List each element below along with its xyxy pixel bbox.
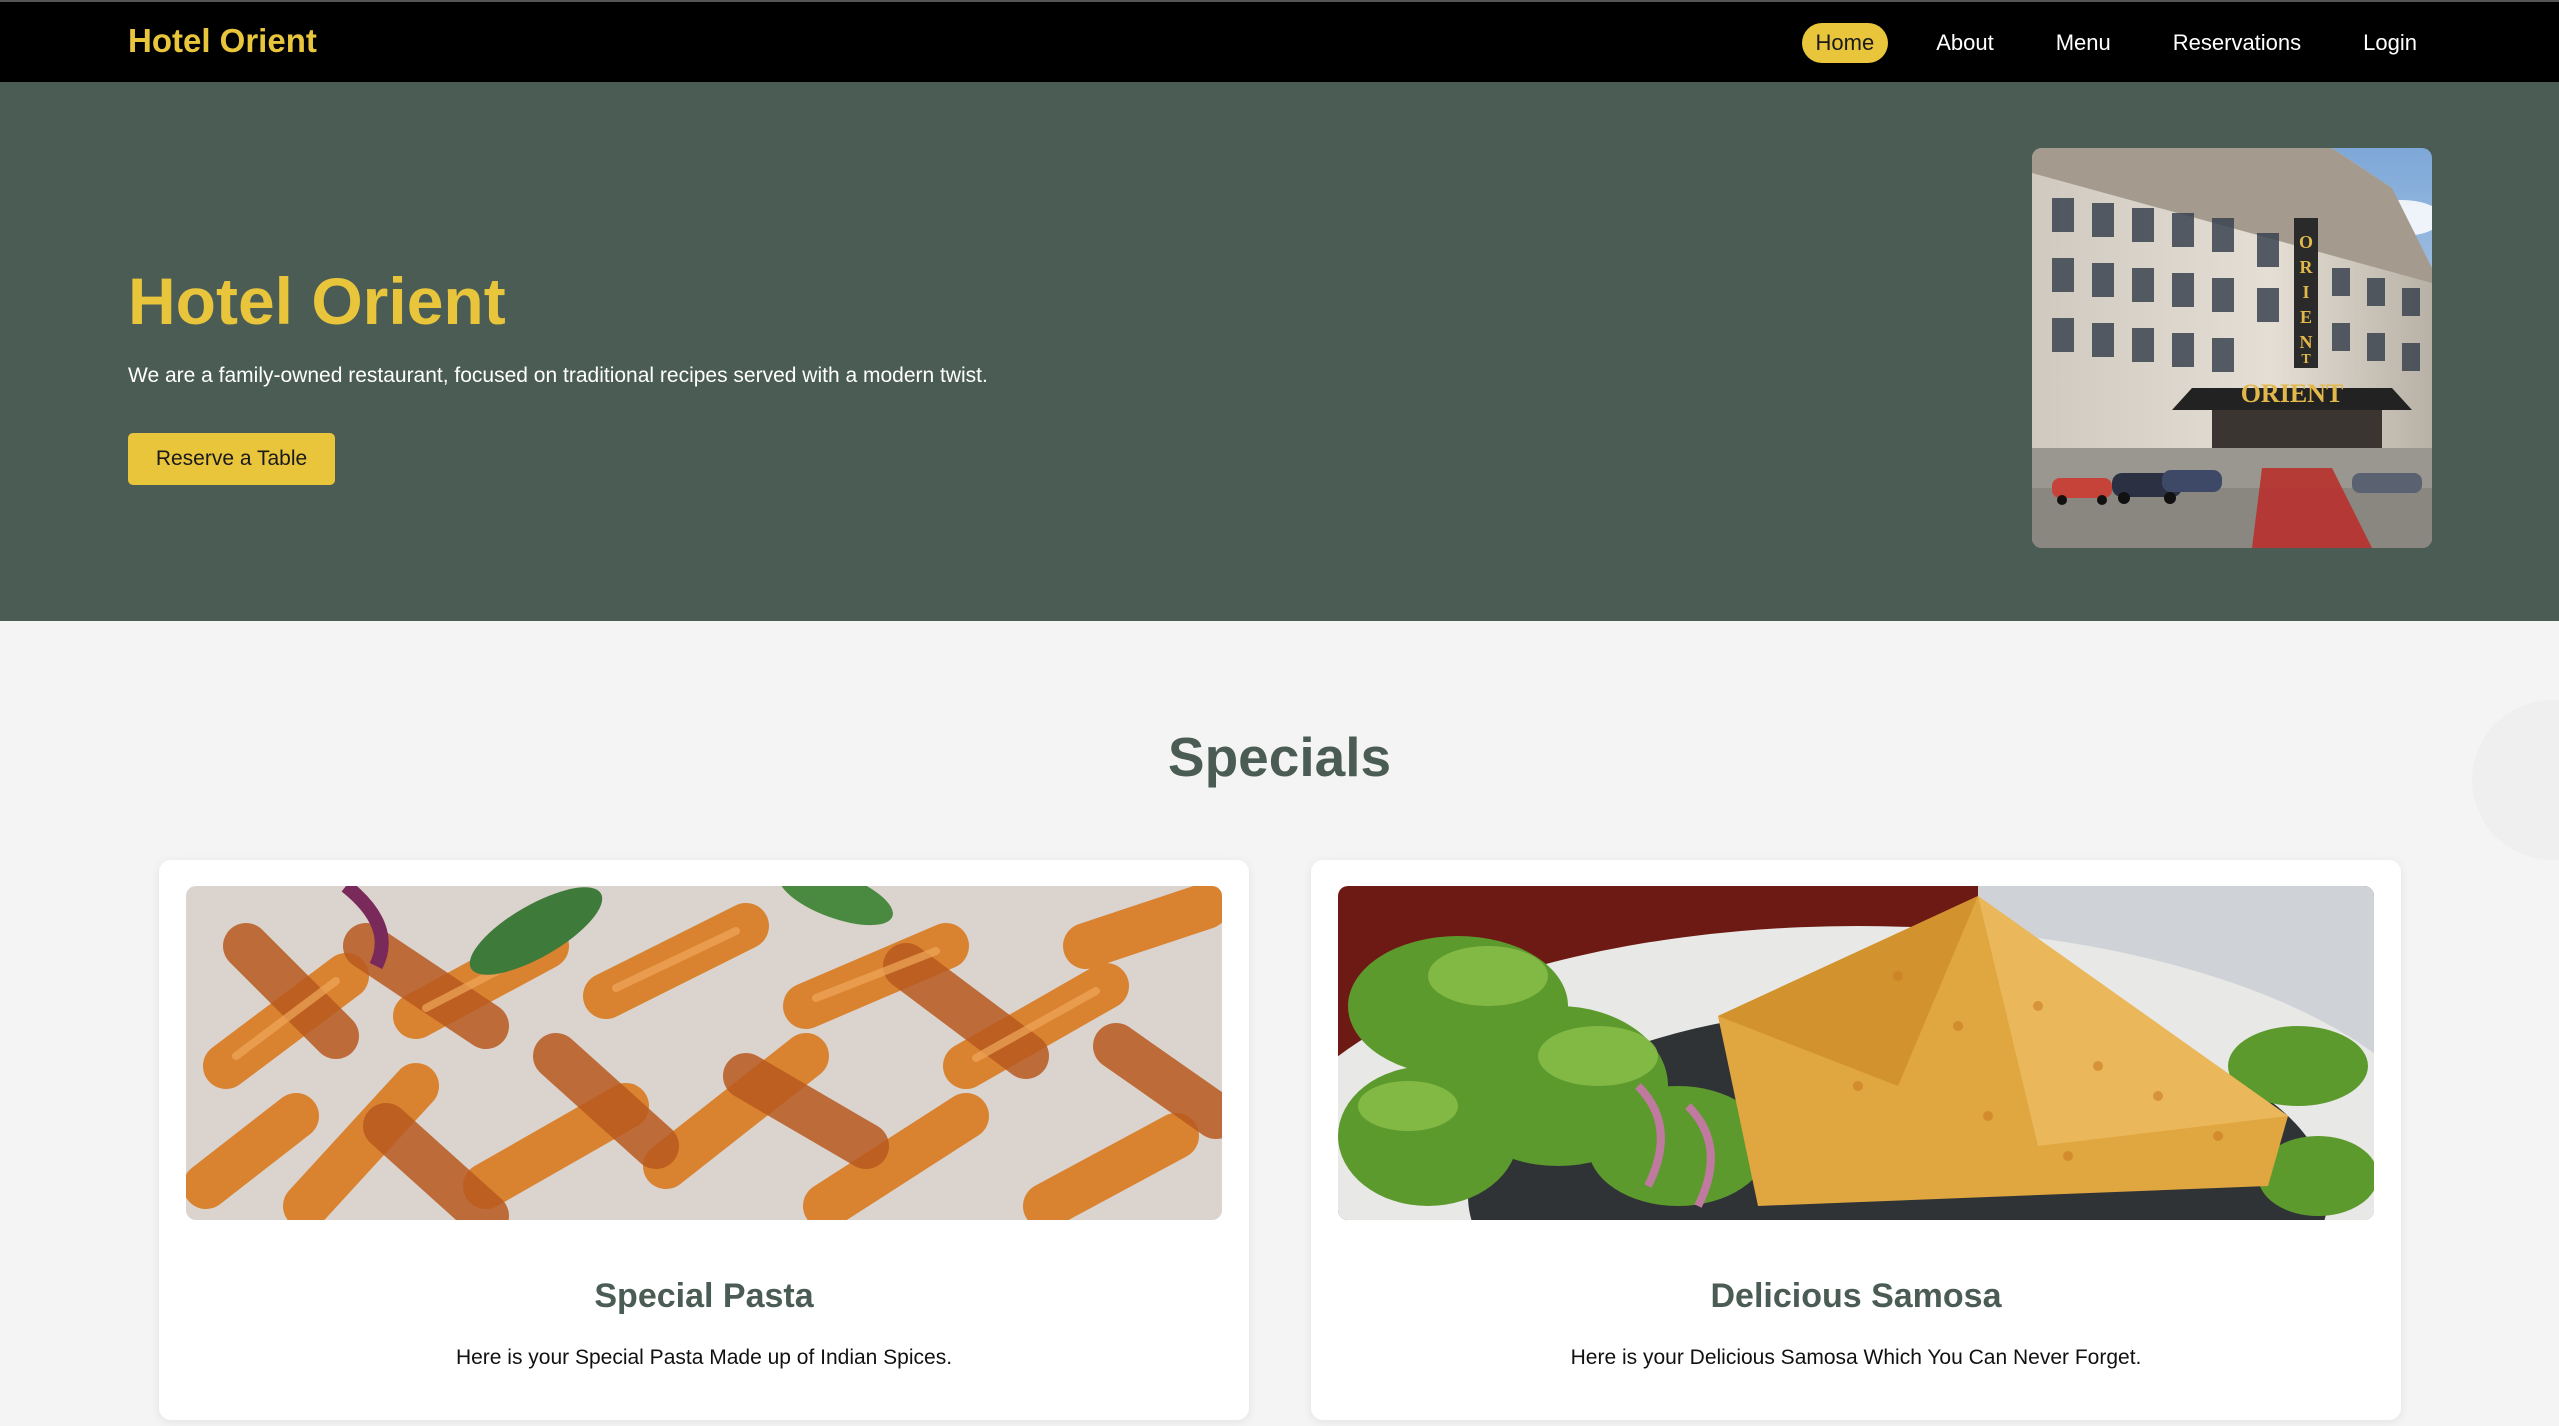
decorative-circle <box>2472 700 2559 860</box>
special-card-samosa[interactable]: Delicious Samosa Here is your Delicious … <box>1311 860 2401 1420</box>
hero-tagline: We are a family-owned restaurant, focuse… <box>128 364 988 387</box>
hotel-building-image: O R I E N T ORIENT <box>2032 148 2432 548</box>
top-navbar: Hotel Orient Home About Menu Reservation… <box>0 0 2559 82</box>
card-title: Delicious Samosa <box>1710 1277 2002 1315</box>
hotel-sign-text: O <box>2299 232 2313 252</box>
svg-text:I: I <box>2302 282 2309 302</box>
card-title: Special Pasta <box>594 1277 814 1315</box>
nav-item-home[interactable]: Home <box>1801 23 1889 63</box>
card-description: Here is your Special Pasta Made up of In… <box>455 1346 953 1369</box>
brand-logo-text[interactable]: Hotel Orient <box>128 22 317 60</box>
svg-text:N: N <box>2300 332 2313 352</box>
svg-text:R: R <box>2300 257 2314 277</box>
main-nav: Home About Menu Reservations Login <box>1801 23 2431 63</box>
nav-item-reservations[interactable]: Reservations <box>2159 23 2315 63</box>
svg-text:T: T <box>2301 352 2311 367</box>
svg-text:ORIENT: ORIENT <box>2241 379 2344 408</box>
nav-item-about[interactable]: About <box>1922 23 2008 63</box>
samosa-image <box>1338 886 2374 1220</box>
special-card-pasta[interactable]: Special Pasta Here is your Special Pasta… <box>159 860 1249 1420</box>
nav-item-menu[interactable]: Menu <box>2042 23 2125 63</box>
pasta-image <box>186 886 1222 1220</box>
hero-section: Hotel Orient We are a family-owned resta… <box>0 82 2559 621</box>
card-description: Here is your Delicious Samosa Which You … <box>1570 1346 2142 1369</box>
hero-title: Hotel Orient <box>128 264 506 338</box>
svg-text:E: E <box>2300 307 2312 327</box>
nav-item-login[interactable]: Login <box>2349 23 2431 63</box>
specials-heading: Specials <box>1167 726 1392 788</box>
reserve-table-button[interactable]: Reserve a Table <box>128 433 335 485</box>
